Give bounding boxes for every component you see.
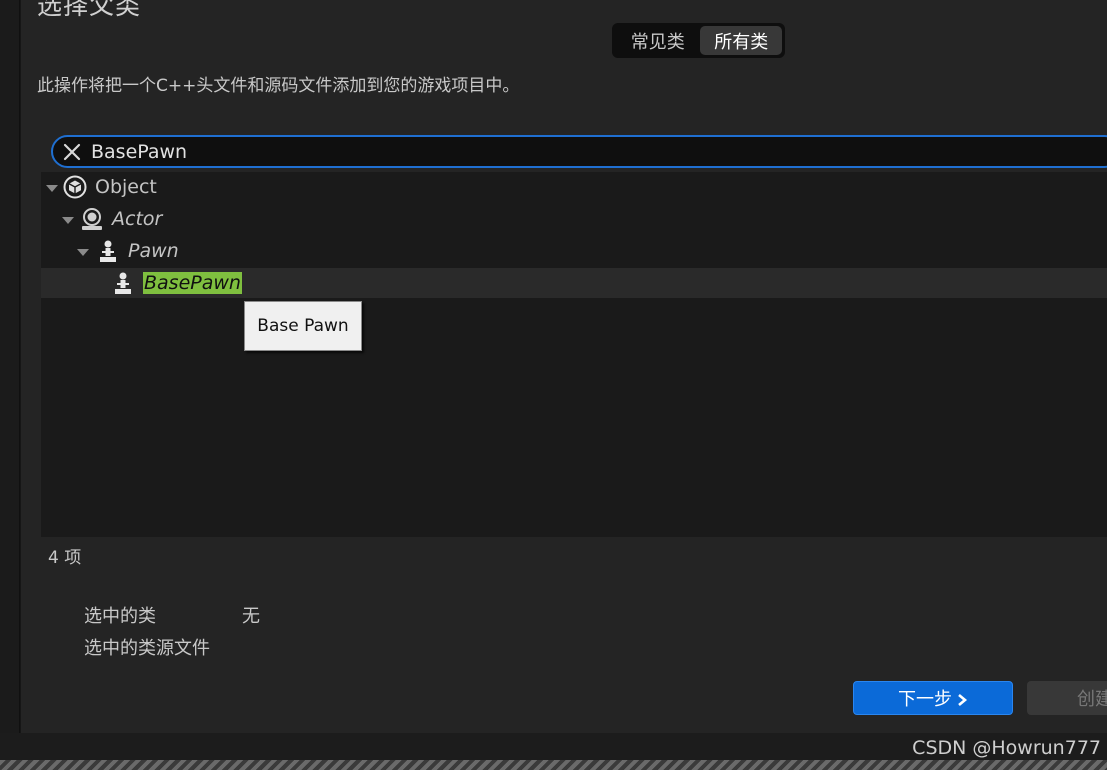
dialog-description: 此操作将把一个C++头文件和源码文件添加到您的游戏项目中。	[37, 76, 520, 96]
chevron-right-icon	[956, 691, 968, 706]
object-cube-icon	[63, 175, 87, 199]
next-button[interactable]: 下一步	[853, 681, 1013, 715]
create-button-label: 创建	[1077, 689, 1107, 710]
selected-class-value: 无	[242, 606, 260, 627]
clear-search-icon[interactable]	[63, 143, 81, 161]
side-panel-edge	[0, 0, 20, 735]
pawn-icon	[111, 271, 135, 295]
selected-class-label: 选中的类	[84, 606, 156, 627]
actor-icon	[80, 207, 104, 231]
tree-item-label: Object	[95, 176, 157, 198]
dialog-title: 选择父类	[37, 0, 142, 20]
viewport-strip	[0, 760, 1107, 770]
watermark-text: CSDN @Howrun777	[912, 737, 1101, 759]
selected-class-source-label: 选中的类源文件	[84, 638, 210, 659]
tree-row-basepawn[interactable]: BasePawn	[41, 268, 1107, 298]
class-tree: Object Actor Pawn BasePawn Base Pawn	[41, 172, 1107, 537]
item-count: 4 项	[48, 548, 82, 568]
class-search-box	[51, 135, 1107, 168]
tab-all-classes[interactable]: 所有类	[700, 26, 782, 55]
choose-parent-class-dialog: 选择父类 常见类 所有类 此操作将把一个C++头文件和源码文件添加到您的游戏项目…	[21, 0, 1107, 733]
pawn-icon	[96, 239, 120, 263]
expanded-arrow-icon[interactable]	[76, 244, 90, 258]
search-input[interactable]	[91, 138, 1051, 165]
tree-item-label: Actor	[112, 208, 163, 230]
tree-row-actor[interactable]: Actor	[41, 204, 1107, 234]
tree-item-label: Pawn	[128, 240, 179, 262]
class-tooltip: Base Pawn	[244, 301, 362, 351]
class-filter-toggle: 常见类 所有类	[612, 23, 785, 58]
tree-item-label-match: BasePawn	[143, 272, 242, 294]
tree-row-pawn[interactable]: Pawn	[41, 236, 1107, 266]
tab-common-classes[interactable]: 常见类	[615, 26, 700, 55]
tree-row-object[interactable]: Object	[41, 172, 1107, 202]
next-button-label: 下一步	[898, 689, 952, 710]
expanded-arrow-icon[interactable]	[45, 180, 59, 194]
window: 选择父类 常见类 所有类 此操作将把一个C++头文件和源码文件添加到您的游戏项目…	[0, 0, 1107, 770]
create-class-button[interactable]: 创建	[1027, 681, 1107, 715]
expanded-arrow-icon[interactable]	[61, 212, 75, 226]
